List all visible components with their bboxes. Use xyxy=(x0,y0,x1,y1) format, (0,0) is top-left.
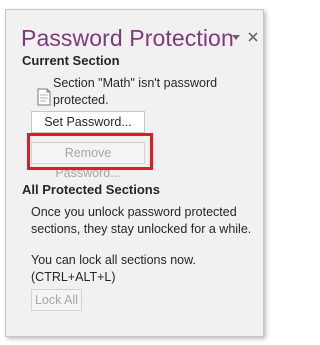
current-section-heading: Current Section xyxy=(22,53,120,68)
password-protection-pane: Password Protection Current Section Sect… xyxy=(5,9,264,337)
dropdown-arrow-icon xyxy=(232,35,240,40)
lock-text-line1: You can lock all sections now. xyxy=(31,253,196,267)
section-status-text-line1: Section "Math" isn't password xyxy=(53,76,218,90)
pane-title: Password Protection xyxy=(21,25,234,51)
section-page-icon xyxy=(37,88,51,106)
all-protected-sections-heading: All Protected Sections xyxy=(22,182,160,197)
section-status-text-line2: protected. xyxy=(53,93,109,107)
lock-all-button[interactable]: Lock All xyxy=(31,289,82,311)
pane-options-button[interactable] xyxy=(229,30,243,44)
close-icon xyxy=(248,32,258,42)
set-password-button[interactable]: Set Password... xyxy=(31,111,145,133)
info-text-line2: sections, they stay unlocked for a while… xyxy=(31,222,252,236)
lock-text-line2: (CTRL+ALT+L) xyxy=(31,270,116,284)
info-text-line1: Once you unlock password protected xyxy=(31,205,237,219)
pane-close-button[interactable] xyxy=(246,30,260,44)
remove-password-highlight xyxy=(27,133,153,170)
